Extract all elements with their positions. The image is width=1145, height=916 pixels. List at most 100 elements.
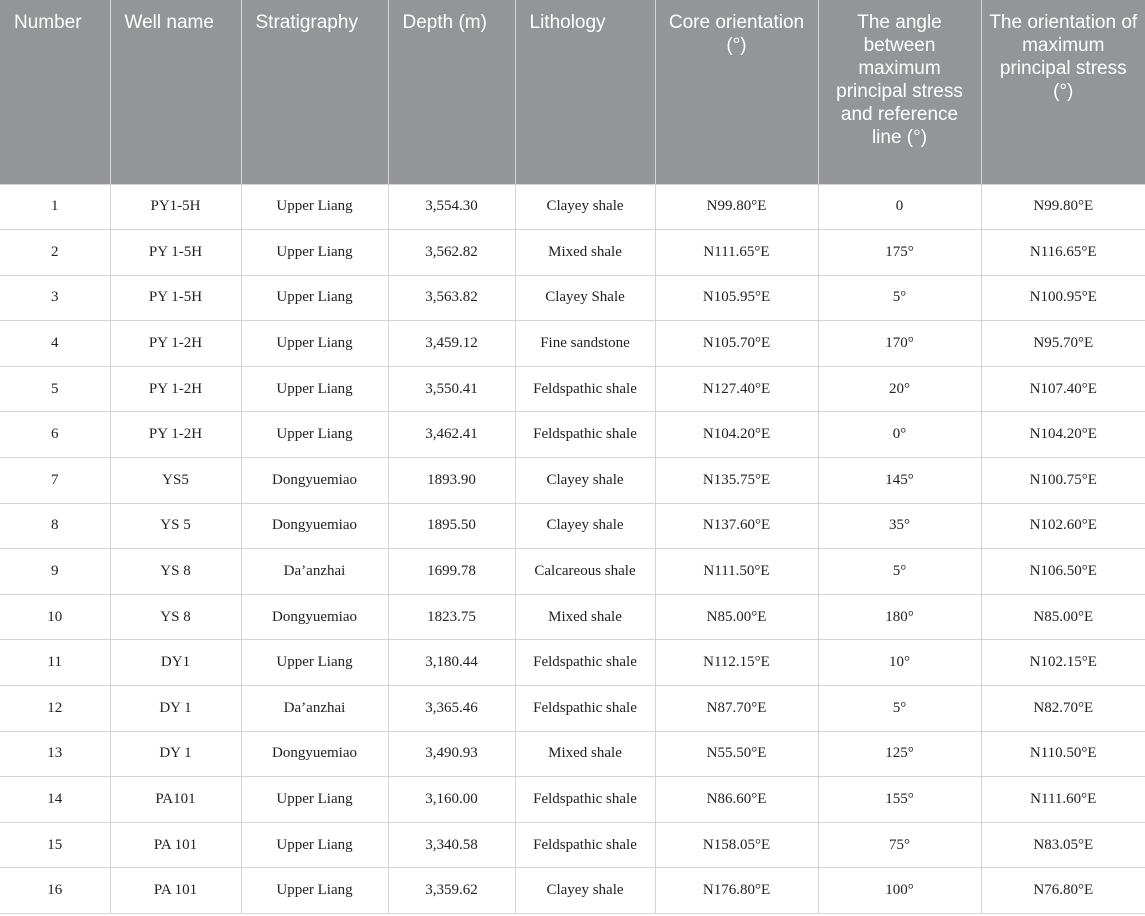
cell-well-name: PY 1-2H: [109, 365, 242, 413]
cell-core-orientation: N55.50°E: [654, 730, 819, 778]
cell-depth: 1895.50: [387, 502, 516, 550]
cell-depth: 3,563.82: [387, 274, 516, 322]
cell-core-orientation: N111.65°E: [654, 229, 819, 276]
table-row: 9 YS 8 Da’anzhai 1699.78 Calcareous shale N11…: [0, 548, 1145, 595]
cell-well-name: PY 1-2H: [109, 411, 242, 459]
cell-stratigraphy: Dongyuemiao: [240, 457, 389, 504]
table-row: 1 PY1-5H Upper Liang 3,554.30 Clayey shale N9…: [0, 183, 1145, 231]
cell-stress-orientation: N111.60°E: [980, 776, 1145, 823]
cell-number: 15: [0, 821, 111, 869]
cell-stress-angle: 5°: [817, 685, 982, 732]
cell-stratigraphy: Upper Liang: [240, 776, 389, 823]
table-row: 15 PA 101 Upper Liang 3,340.58 Feldspathic s…: [0, 821, 1145, 869]
cell-stress-orientation: N100.95°E: [980, 274, 1145, 322]
cell-lithology: Clayey shale: [514, 183, 656, 231]
cell-stress-angle: 155°: [817, 776, 982, 823]
cell-stress-angle: 170°: [817, 320, 982, 367]
cell-stratigraphy: Upper Liang: [240, 821, 389, 869]
cell-core-orientation: N112.15°E: [654, 639, 819, 687]
header-stratigraphy: Stratigraphy: [240, 0, 389, 184]
cell-depth: 3,359.62: [387, 867, 516, 914]
table-row: 5 PY 1-2H Upper Liang 3,550.41 Feldspathic s…: [0, 365, 1145, 413]
cell-lithology: Fine sandstone: [514, 320, 656, 367]
cell-depth: 3,462.41: [387, 411, 516, 459]
cell-stratigraphy: Da’anzhai: [240, 548, 389, 595]
cell-stress-angle: 100°: [817, 867, 982, 914]
cell-core-orientation: N86.60°E: [654, 776, 819, 823]
cell-number: 16: [0, 867, 111, 914]
cell-well-name: PA 101: [109, 867, 242, 914]
cell-depth: 3,490.93: [387, 730, 516, 778]
cell-core-orientation: N127.40°E: [654, 365, 819, 413]
cell-stratigraphy: Da’anzhai: [240, 685, 389, 732]
cell-stress-angle: 5°: [817, 274, 982, 322]
cell-lithology: Clayey shale: [514, 502, 656, 550]
cell-lithology: Calcareous shale: [514, 548, 656, 595]
cell-number: 6: [0, 411, 111, 459]
cell-lithology: Feldspathic shale: [514, 411, 656, 459]
cell-depth: 3,340.58: [387, 821, 516, 869]
cell-number: 12: [0, 685, 111, 732]
table-row: 11 DY1 Upper Liang 3,180.44 Feldspathic shal…: [0, 639, 1145, 687]
table-body: 1 PY1-5H Upper Liang 3,554.30 Clayey shale N9…: [0, 183, 1145, 914]
cell-well-name: PY1-5H: [109, 183, 242, 231]
cell-stratigraphy: Dongyuemiao: [240, 730, 389, 778]
cell-well-name: PY 1-5H: [109, 229, 242, 276]
cell-depth: 1893.90: [387, 457, 516, 504]
cell-stress-orientation: N85.00°E: [980, 593, 1145, 641]
cell-stress-angle: 35°: [817, 502, 982, 550]
cell-stress-angle: 20°: [817, 365, 982, 413]
cell-stress-angle: 0: [817, 183, 982, 231]
cell-well-name: YS 8: [109, 593, 242, 641]
cell-depth: 3,459.12: [387, 320, 516, 367]
cell-lithology: Mixed shale: [514, 229, 656, 276]
cell-lithology: Clayey shale: [514, 457, 656, 504]
cell-stratigraphy: Upper Liang: [240, 639, 389, 687]
table-row: 4 PY 1-2H Upper Liang 3,459.12 Fine sandston…: [0, 320, 1145, 367]
header-well-name: Well name: [109, 0, 242, 184]
cell-number: 4: [0, 320, 111, 367]
cell-depth: 3,180.44: [387, 639, 516, 687]
cell-number: 2: [0, 229, 111, 276]
cell-depth: 1823.75: [387, 593, 516, 641]
cell-core-orientation: N158.05°E: [654, 821, 819, 869]
header-stress-angle: The angle between maximum principal stre…: [817, 0, 982, 184]
table-row: 3 PY 1-5H Upper Liang 3,563.82 Clayey Shale N…: [0, 274, 1145, 322]
cell-core-orientation: N111.50°E: [654, 548, 819, 595]
table-row: 2 PY 1-5H Upper Liang 3,562.82 Mixed shale N1…: [0, 229, 1145, 276]
cell-number: 7: [0, 457, 111, 504]
cell-stress-orientation: N82.70°E: [980, 685, 1145, 732]
cell-stress-orientation: N106.50°E: [980, 548, 1145, 595]
cell-stratigraphy: Upper Liang: [240, 867, 389, 914]
cell-lithology: Mixed shale: [514, 730, 656, 778]
cell-number: 1: [0, 183, 111, 231]
cell-lithology: Clayey Shale: [514, 274, 656, 322]
cell-core-orientation: N105.70°E: [654, 320, 819, 367]
table-row: 8 YS 5 Dongyuemiao 1895.50 Clayey shale N137.…: [0, 502, 1145, 550]
cell-well-name: DY1: [109, 639, 242, 687]
cell-stress-orientation: N116.65°E: [980, 229, 1145, 276]
cell-stress-orientation: N83.05°E: [980, 821, 1145, 869]
cell-stress-angle: 145°: [817, 457, 982, 504]
cell-well-name: PY 1-2H: [109, 320, 242, 367]
cell-stress-angle: 175°: [817, 229, 982, 276]
cell-stress-orientation: N100.75°E: [980, 457, 1145, 504]
table-header-row: Number Well name Stratigraphy Depth (m) …: [0, 0, 1145, 184]
cell-stress-angle: 10°: [817, 639, 982, 687]
stress-orientation-table: Number Well name Stratigraphy Depth (m) …: [0, 0, 1145, 914]
table-row: 12 DY 1 Da’anzhai 3,365.46 Feldspathic shale…: [0, 685, 1145, 732]
cell-stress-orientation: N102.15°E: [980, 639, 1145, 687]
cell-depth: 3,554.30: [387, 183, 516, 231]
cell-stratigraphy: Dongyuemiao: [240, 502, 389, 550]
cell-stress-orientation: N99.80°E: [980, 183, 1145, 231]
cell-core-orientation: N137.60°E: [654, 502, 819, 550]
cell-lithology: Feldspathic shale: [514, 639, 656, 687]
cell-depth: 3,365.46: [387, 685, 516, 732]
cell-lithology: Feldspathic shale: [514, 821, 656, 869]
cell-well-name: YS 5: [109, 502, 242, 550]
cell-number: 14: [0, 776, 111, 823]
header-depth: Depth (m): [387, 0, 516, 184]
cell-depth: 3,550.41: [387, 365, 516, 413]
cell-well-name: PY 1-5H: [109, 274, 242, 322]
cell-core-orientation: N104.20°E: [654, 411, 819, 459]
